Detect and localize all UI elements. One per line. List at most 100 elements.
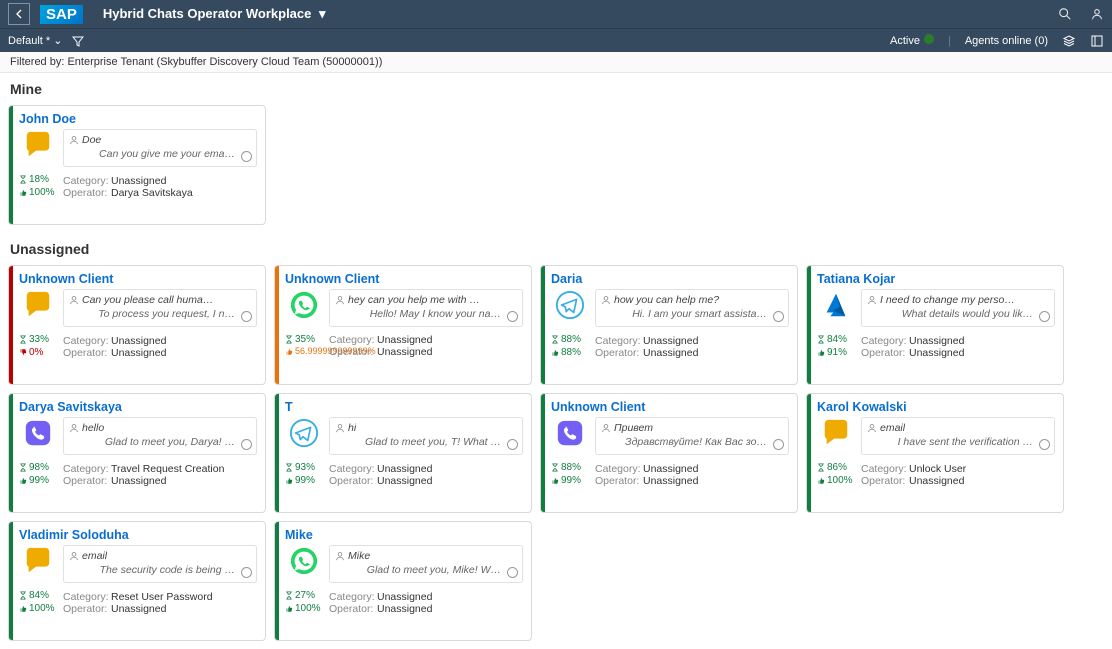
chat-channel-icon xyxy=(22,129,54,161)
timer-stat: 84% xyxy=(19,589,57,602)
card-title: Darya Savitskaya xyxy=(19,400,257,414)
card-stats: 18% 100% xyxy=(19,173,57,199)
chat-card[interactable]: Karol Kowalski email I have sent the ver… xyxy=(806,393,1064,513)
telegram-channel-icon xyxy=(554,289,586,321)
message-preview: I need to change my perso… What details … xyxy=(861,289,1055,327)
timer-stat: 88% xyxy=(551,461,589,474)
bot-reply: The security code is being … xyxy=(69,564,251,576)
category-label: Category: xyxy=(329,334,377,346)
user-message: Can you please call huma… xyxy=(82,294,213,306)
message-preview: Doe Can you give me your ema… xyxy=(63,129,257,167)
user-message: hey can you help me with … xyxy=(348,294,480,306)
whatsapp-channel-icon xyxy=(288,289,320,321)
chat-card[interactable]: Vladimir Soloduha email The security cod… xyxy=(8,521,266,641)
user-icon[interactable] xyxy=(1090,7,1104,21)
operator-label: Operator: xyxy=(63,347,111,359)
category-value: Unassigned xyxy=(643,463,698,475)
operator-label: Operator: xyxy=(595,347,643,359)
chat-card[interactable]: Tatiana Kojar I need to change my perso…… xyxy=(806,265,1064,385)
separator: | xyxy=(948,35,951,47)
category-value: Unlock User xyxy=(909,463,966,475)
app-header: SAP Hybrid Chats Operator Workplace ▾ xyxy=(0,0,1112,28)
card-stats: 35% 56.999999999999% xyxy=(285,333,323,358)
rating-stat: 99% xyxy=(285,474,323,487)
card-title: Unknown Client xyxy=(551,400,789,414)
category-label: Category: xyxy=(595,463,643,475)
status-circle-icon xyxy=(241,439,252,450)
user-message: hello xyxy=(82,422,104,434)
chat-channel-icon xyxy=(22,545,54,577)
active-status: Active xyxy=(890,34,934,47)
whatsapp-channel-icon xyxy=(288,545,320,577)
filter-icon[interactable] xyxy=(72,35,84,47)
rating-stat: 0% xyxy=(19,346,57,359)
operator-value: Unassigned xyxy=(909,475,964,487)
agents-online: Agents online (0) xyxy=(965,35,1048,47)
category-label: Category: xyxy=(63,463,111,475)
operator-label: Operator: xyxy=(63,475,111,487)
settings-icon[interactable] xyxy=(1090,34,1104,48)
operator-label: Operator: xyxy=(329,346,377,358)
rating-stat: 100% xyxy=(285,602,323,615)
operator-value: Unassigned xyxy=(909,347,964,359)
message-preview: Привет Здравствуйте! Как Вас зо… xyxy=(595,417,789,455)
chat-card[interactable]: T hi Glad to meet you, T! What … 93% 99%… xyxy=(274,393,532,513)
timer-stat: 18% xyxy=(19,173,57,186)
operator-label: Operator: xyxy=(63,603,111,615)
mine-grid: John Doe Doe Can you give me your ema… 1… xyxy=(0,101,1112,233)
chat-card[interactable]: John Doe Doe Can you give me your ema… 1… xyxy=(8,105,266,225)
timer-stat: 84% xyxy=(817,333,855,346)
category-label: Category: xyxy=(63,335,111,347)
bot-reply: To process you request, I n… xyxy=(69,308,251,320)
category-value: Unassigned xyxy=(377,334,432,346)
category-label: Category: xyxy=(63,175,111,187)
chat-card[interactable]: Daria how you can help me? Hi. I am your… xyxy=(540,265,798,385)
viber-channel-icon xyxy=(554,417,586,449)
status-circle-icon xyxy=(1039,439,1050,450)
message-preview: hi Glad to meet you, T! What … xyxy=(329,417,523,455)
operator-value: Unassigned xyxy=(377,475,432,487)
user-message: Привет xyxy=(614,422,653,434)
card-stats: 27% 100% xyxy=(285,589,323,615)
timer-stat: 86% xyxy=(817,461,855,474)
chat-card[interactable]: Darya Savitskaya hello Glad to meet you,… xyxy=(8,393,266,513)
card-title: Tatiana Kojar xyxy=(817,272,1055,286)
rating-stat: 100% xyxy=(19,602,57,615)
message-preview: hello Glad to meet you, Darya! … xyxy=(63,417,257,455)
card-title: Mike xyxy=(285,528,523,542)
chat-card[interactable]: Unknown Client hey can you help me with … xyxy=(274,265,532,385)
status-circle-icon xyxy=(773,311,784,322)
rating-stat: 100% xyxy=(817,474,855,487)
category-label: Category: xyxy=(595,335,643,347)
unassigned-grid: Unknown Client Can you please call huma…… xyxy=(0,261,1112,649)
rating-stat: 91% xyxy=(817,346,855,359)
category-label: Category: xyxy=(861,463,909,475)
chat-channel-icon xyxy=(22,289,54,321)
status-circle-icon xyxy=(241,567,252,578)
message-preview: Can you please call huma… To process you… xyxy=(63,289,257,327)
category-value: Unassigned xyxy=(111,335,166,347)
message-preview: how you can help me? Hi. I am your smart… xyxy=(595,289,789,327)
timer-stat: 27% xyxy=(285,589,323,602)
operator-label: Operator: xyxy=(595,475,643,487)
rating-stat: 100% xyxy=(19,186,57,199)
chat-card[interactable]: Unknown Client Привет Здравствуйте! Как … xyxy=(540,393,798,513)
card-title: Karol Kowalski xyxy=(817,400,1055,414)
category-label: Category: xyxy=(861,335,909,347)
bot-reply: Hi. I am your smart assista… xyxy=(601,308,783,320)
app-title-text: Hybrid Chats Operator Workplace xyxy=(103,6,312,21)
chat-card[interactable]: Mike Mike Glad to meet you, Mike! W… 27%… xyxy=(274,521,532,641)
app-title-dropdown[interactable]: Hybrid Chats Operator Workplace ▾ xyxy=(103,6,1058,22)
bot-reply: I have sent the verification … xyxy=(867,436,1049,448)
user-message: Doe xyxy=(82,134,101,146)
variant-selector[interactable]: Default * ⌄ xyxy=(8,34,62,47)
telegram-channel-icon xyxy=(288,417,320,449)
status-circle-icon xyxy=(507,311,518,322)
chat-card[interactable]: Unknown Client Can you please call huma…… xyxy=(8,265,266,385)
search-icon[interactable] xyxy=(1058,7,1072,21)
back-button[interactable] xyxy=(8,3,30,25)
operator-value: Unassigned xyxy=(643,347,698,359)
layers-icon[interactable] xyxy=(1062,34,1076,48)
category-value: Unassigned xyxy=(377,591,432,603)
operator-value: Unassigned xyxy=(111,603,166,615)
